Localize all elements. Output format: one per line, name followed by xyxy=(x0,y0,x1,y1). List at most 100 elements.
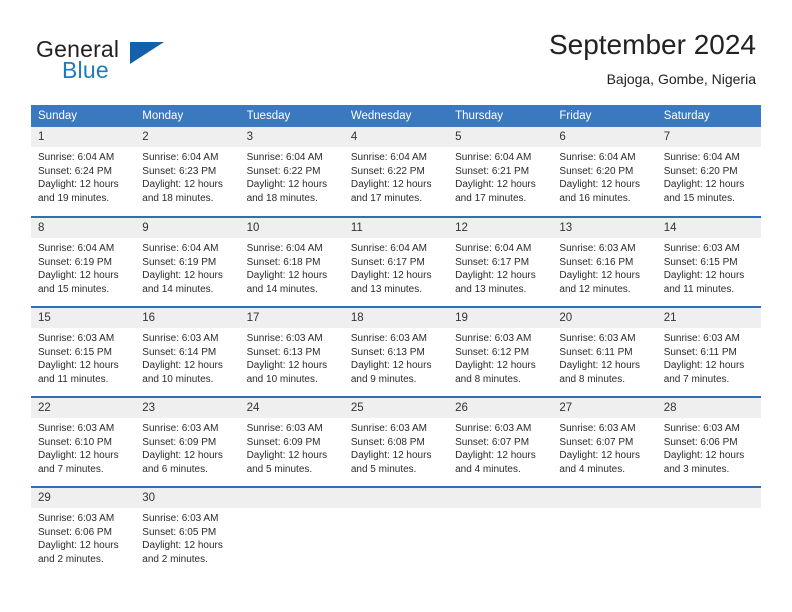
day-cell[interactable]: 1 Sunrise: 6:04 AM Sunset: 6:24 PM Dayli… xyxy=(31,127,136,217)
triangle-icon xyxy=(130,42,164,64)
day-cell[interactable]: 21 Sunrise: 6:03 AM Sunset: 6:11 PM Dayl… xyxy=(656,306,761,397)
daylight-text: Daylight: 12 hours and 2 minutes. xyxy=(38,540,119,565)
daylight-text: Daylight: 12 hours and 18 minutes. xyxy=(142,179,223,204)
day-cell[interactable]: 6 Sunrise: 6:04 AM Sunset: 6:20 PM Dayli… xyxy=(552,127,657,217)
day-number: 12 xyxy=(448,218,553,238)
calendar-body: 1 Sunrise: 6:04 AM Sunset: 6:24 PM Dayli… xyxy=(31,127,761,577)
day-number: 7 xyxy=(656,127,761,147)
calendar-header-row: Sunday Monday Tuesday Wednesday Thursday… xyxy=(31,105,761,127)
sunrise-text: Sunrise: 6:03 AM xyxy=(38,423,115,434)
day-cell[interactable]: 4 Sunrise: 6:04 AM Sunset: 6:22 PM Dayli… xyxy=(343,127,449,217)
sunset-text: Sunset: 6:22 PM xyxy=(246,165,321,177)
sunrise-text: Sunrise: 6:04 AM xyxy=(559,152,636,163)
sunset-text: Sunset: 6:21 PM xyxy=(455,165,530,177)
day-cell[interactable]: 5 Sunrise: 6:04 AM Sunset: 6:21 PM Dayli… xyxy=(448,127,553,217)
sunrise-text: Sunrise: 6:04 AM xyxy=(246,243,323,254)
sunrise-text: Sunrise: 6:03 AM xyxy=(559,423,636,434)
day-number: 19 xyxy=(448,308,553,328)
sunset-text: Sunset: 6:05 PM xyxy=(142,526,217,538)
sunset-text: Sunset: 6:13 PM xyxy=(246,346,321,358)
day-number: 2 xyxy=(135,127,240,147)
day-number xyxy=(343,488,449,508)
day-cell[interactable]: 24 Sunrise: 6:03 AM Sunset: 6:09 PM Dayl… xyxy=(239,396,344,487)
sunrise-text: Sunrise: 6:04 AM xyxy=(350,152,427,163)
day-cell[interactable]: 25 Sunrise: 6:03 AM Sunset: 6:08 PM Dayl… xyxy=(343,396,449,487)
day-cell[interactable]: 13 Sunrise: 6:03 AM Sunset: 6:16 PM Dayl… xyxy=(552,216,657,307)
sunset-text: Sunset: 6:09 PM xyxy=(142,436,217,448)
sunrise-text: Sunrise: 6:03 AM xyxy=(142,423,219,434)
day-number: 21 xyxy=(656,308,761,328)
day-number: 13 xyxy=(552,218,657,238)
day-cell[interactable]: 16 Sunrise: 6:03 AM Sunset: 6:14 PM Dayl… xyxy=(135,306,240,397)
sunset-text: Sunset: 6:15 PM xyxy=(663,256,738,268)
page-title: September 2024 xyxy=(548,29,756,60)
day-cell[interactable]: 23 Sunrise: 6:03 AM Sunset: 6:09 PM Dayl… xyxy=(135,396,240,487)
day-cell[interactable]: 28 Sunrise: 6:03 AM Sunset: 6:06 PM Dayl… xyxy=(656,396,761,487)
day-cell[interactable]: 20 Sunrise: 6:03 AM Sunset: 6:11 PM Dayl… xyxy=(552,306,657,397)
day-info: Sunrise: 6:03 AM Sunset: 6:05 PM Dayligh… xyxy=(135,508,239,566)
daylight-text: Daylight: 12 hours and 15 minutes. xyxy=(38,270,119,295)
day-cell[interactable]: 3 Sunrise: 6:04 AM Sunset: 6:22 PM Dayli… xyxy=(239,127,344,217)
sunset-text: Sunset: 6:19 PM xyxy=(38,256,112,268)
daylight-text: Daylight: 12 hours and 17 minutes. xyxy=(455,179,536,204)
sunset-text: Sunset: 6:08 PM xyxy=(350,436,425,448)
day-number: 1 xyxy=(31,127,136,147)
location-subtitle: Bajoga, Gombe, Nigeria xyxy=(606,71,756,87)
day-cell[interactable]: 18 Sunrise: 6:03 AM Sunset: 6:13 PM Dayl… xyxy=(343,306,449,397)
sunrise-text: Sunrise: 6:03 AM xyxy=(455,423,532,434)
sunset-text: Sunset: 6:19 PM xyxy=(142,256,217,268)
sunrise-text: Sunrise: 6:04 AM xyxy=(663,152,740,163)
day-info: Sunrise: 6:03 AM Sunset: 6:06 PM Dayligh… xyxy=(657,418,761,476)
day-cell-empty xyxy=(239,486,344,577)
weekday-header-thursday: Thursday xyxy=(448,105,553,127)
day-cell[interactable]: 29 Sunrise: 6:03 AM Sunset: 6:06 PM Dayl… xyxy=(31,486,136,577)
day-cell[interactable]: 7 Sunrise: 6:04 AM Sunset: 6:20 PM Dayli… xyxy=(656,127,761,217)
weekday-header-friday: Friday xyxy=(552,105,657,127)
weekday-header-wednesday: Wednesday xyxy=(343,105,449,127)
sunrise-text: Sunrise: 6:03 AM xyxy=(38,513,115,524)
day-info: Sunrise: 6:04 AM Sunset: 6:20 PM Dayligh… xyxy=(552,147,656,205)
daylight-text: Daylight: 12 hours and 6 minutes. xyxy=(142,450,223,475)
day-info: Sunrise: 6:03 AM Sunset: 6:11 PM Dayligh… xyxy=(657,328,761,386)
sunrise-text: Sunrise: 6:03 AM xyxy=(663,423,740,434)
day-cell[interactable]: 19 Sunrise: 6:03 AM Sunset: 6:12 PM Dayl… xyxy=(448,306,553,397)
day-cell[interactable]: 22 Sunrise: 6:03 AM Sunset: 6:10 PM Dayl… xyxy=(31,396,136,487)
day-cell[interactable]: 2 Sunrise: 6:04 AM Sunset: 6:23 PM Dayli… xyxy=(135,127,240,217)
day-cell[interactable]: 30 Sunrise: 6:03 AM Sunset: 6:05 PM Dayl… xyxy=(135,486,240,577)
day-cell[interactable]: 9 Sunrise: 6:04 AM Sunset: 6:19 PM Dayli… xyxy=(135,216,240,307)
sunrise-text: Sunrise: 6:03 AM xyxy=(142,513,219,524)
daylight-text: Daylight: 12 hours and 9 minutes. xyxy=(350,360,432,385)
day-number: 22 xyxy=(31,398,136,418)
daylight-text: Daylight: 12 hours and 18 minutes. xyxy=(246,179,328,204)
daylight-text: Daylight: 12 hours and 8 minutes. xyxy=(455,360,536,385)
day-info: Sunrise: 6:03 AM Sunset: 6:13 PM Dayligh… xyxy=(240,328,344,386)
day-cell[interactable]: 8 Sunrise: 6:04 AM Sunset: 6:19 PM Dayli… xyxy=(31,216,136,307)
day-number: 23 xyxy=(135,398,240,418)
sunrise-text: Sunrise: 6:03 AM xyxy=(559,333,636,344)
day-number: 18 xyxy=(343,308,449,328)
sunset-text: Sunset: 6:18 PM xyxy=(246,256,321,268)
day-cell[interactable]: 14 Sunrise: 6:03 AM Sunset: 6:15 PM Dayl… xyxy=(656,216,761,307)
day-info: Sunrise: 6:03 AM Sunset: 6:15 PM Dayligh… xyxy=(31,328,135,386)
day-number: 8 xyxy=(31,218,136,238)
day-cell[interactable]: 27 Sunrise: 6:03 AM Sunset: 6:07 PM Dayl… xyxy=(552,396,657,487)
daylight-text: Daylight: 12 hours and 13 minutes. xyxy=(350,270,432,295)
sunrise-text: Sunrise: 6:04 AM xyxy=(38,152,115,163)
daylight-text: Daylight: 12 hours and 7 minutes. xyxy=(663,360,745,385)
calendar-week-row: 8 Sunrise: 6:04 AM Sunset: 6:19 PM Dayli… xyxy=(31,216,761,307)
day-info: Sunrise: 6:03 AM Sunset: 6:11 PM Dayligh… xyxy=(552,328,656,386)
day-cell[interactable]: 10 Sunrise: 6:04 AM Sunset: 6:18 PM Dayl… xyxy=(239,216,344,307)
day-cell[interactable]: 12 Sunrise: 6:04 AM Sunset: 6:17 PM Dayl… xyxy=(448,216,553,307)
day-cell[interactable]: 17 Sunrise: 6:03 AM Sunset: 6:13 PM Dayl… xyxy=(239,306,344,397)
calendar-week-row: 22 Sunrise: 6:03 AM Sunset: 6:10 PM Dayl… xyxy=(31,396,761,487)
sunset-text: Sunset: 6:13 PM xyxy=(350,346,425,358)
sunset-text: Sunset: 6:06 PM xyxy=(663,436,738,448)
day-cell[interactable]: 15 Sunrise: 6:03 AM Sunset: 6:15 PM Dayl… xyxy=(31,306,136,397)
day-cell[interactable]: 11 Sunrise: 6:04 AM Sunset: 6:17 PM Dayl… xyxy=(343,216,449,307)
day-number: 25 xyxy=(343,398,449,418)
daylight-text: Daylight: 12 hours and 2 minutes. xyxy=(142,540,223,565)
day-info: Sunrise: 6:04 AM Sunset: 6:24 PM Dayligh… xyxy=(31,147,135,205)
day-cell[interactable]: 26 Sunrise: 6:03 AM Sunset: 6:07 PM Dayl… xyxy=(448,396,553,487)
daylight-text: Daylight: 12 hours and 11 minutes. xyxy=(38,360,119,385)
sunrise-text: Sunrise: 6:03 AM xyxy=(350,333,427,344)
